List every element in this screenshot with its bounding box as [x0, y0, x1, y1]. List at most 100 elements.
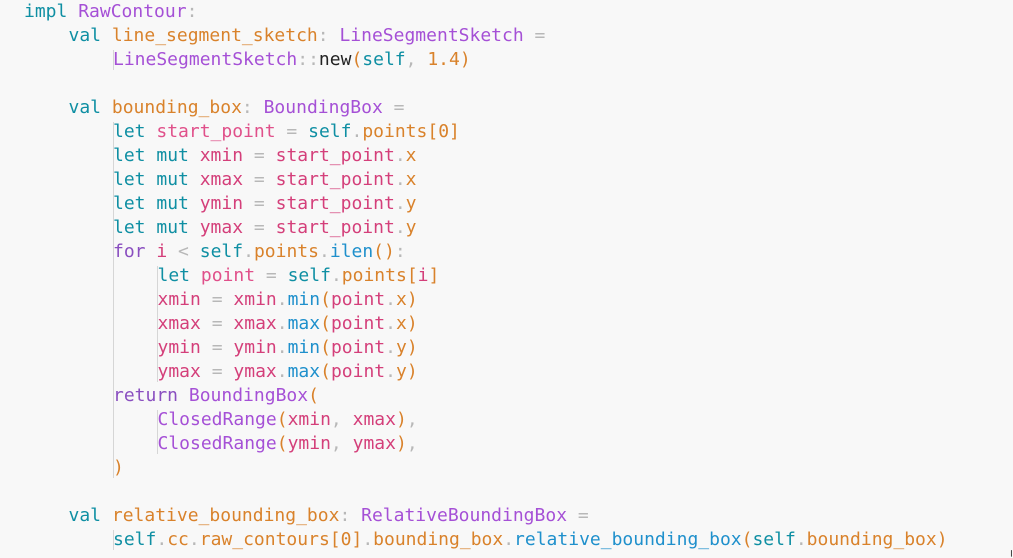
code-token: . [503, 529, 515, 550]
code-token: min [287, 289, 321, 310]
code-token: . [362, 529, 374, 550]
code-token: start_point [275, 145, 395, 166]
code-token: < [178, 241, 189, 262]
code-token: BoundingBox [263, 97, 383, 118]
code-token: xmin [157, 289, 201, 310]
code-token: . [156, 529, 168, 550]
code-token: [ [329, 529, 341, 550]
code-token: : [394, 241, 406, 262]
code-token: . [318, 241, 330, 262]
code-token: points [341, 265, 407, 286]
code-line: ) [113, 456, 124, 480]
code-token: ) [406, 337, 418, 358]
code-token: . [394, 169, 406, 190]
code-token: ( [320, 313, 331, 334]
code-token: max [287, 361, 321, 382]
code-token: let [113, 193, 146, 214]
code-token: val [68, 97, 102, 118]
code-token: x [405, 169, 417, 190]
code-token: self [362, 49, 406, 70]
code-token: bounding_box [111, 97, 242, 118]
code-token: RawContour [78, 1, 187, 22]
code-token: 0 [340, 529, 352, 550]
code-token: , [406, 409, 418, 430]
code-token: mut [156, 145, 189, 166]
code-token: = [253, 193, 265, 214]
code-token: min [287, 337, 321, 358]
code-token: raw_contours [199, 529, 330, 550]
code-line: for i < self.points.ilen(): [113, 240, 406, 264]
code-token: ( [320, 289, 331, 310]
code-token: = [253, 169, 265, 190]
code-token: . [394, 145, 406, 166]
code-token: ) [395, 409, 407, 430]
code-token: = [393, 97, 405, 118]
code-token: ClosedRange [157, 409, 277, 430]
code-token: ilen [329, 241, 374, 262]
code-token: ymax [352, 433, 396, 454]
code-token: ( [276, 433, 288, 454]
code-token: return [113, 385, 179, 406]
code-token: ( [276, 409, 288, 430]
code-token: mut [156, 169, 189, 190]
code-token: start_point [275, 193, 395, 214]
code-token: : [186, 1, 198, 22]
code-token: let [113, 217, 146, 238]
code-token: cc [167, 529, 189, 550]
code-line: let mut ymax = start_point.y [113, 216, 417, 240]
code-token: ymax [157, 361, 201, 382]
code-line: let start_point = self.points[0] [113, 120, 460, 144]
code-token: mut [156, 217, 189, 238]
code-token: = [253, 145, 265, 166]
code-token: start_point [275, 169, 395, 190]
code-token: y [405, 217, 417, 238]
code-token: , [330, 433, 342, 454]
code-token: = [265, 265, 277, 286]
mouse-cursor-icon: ╷ [1008, 544, 1013, 557]
code-token: ( [351, 49, 363, 70]
code-token: i [417, 265, 429, 286]
code-token: ymin [287, 433, 331, 454]
code-token: impl [24, 1, 68, 22]
code-token: ClosedRange [157, 433, 277, 454]
code-token: : [241, 97, 253, 118]
code-line: val bounding_box: BoundingBox = [69, 96, 405, 120]
code-editor[interactable]: impl RawContour: val line_segment_sketch:… [0, 0, 1013, 558]
code-line: let mut xmin = start_point.x [113, 144, 417, 168]
code-token: xmin [287, 409, 331, 430]
code-token: line_segment_sketch [111, 25, 318, 46]
code-token: point [330, 337, 386, 358]
code-token: ] [351, 529, 363, 550]
code-token: self [199, 241, 244, 262]
code-token: ( [308, 385, 319, 406]
code-token: new [318, 49, 352, 70]
code-token: self [113, 529, 157, 550]
code-token: = [211, 289, 223, 310]
code-token: self [287, 265, 331, 286]
code-token: . [276, 337, 288, 358]
